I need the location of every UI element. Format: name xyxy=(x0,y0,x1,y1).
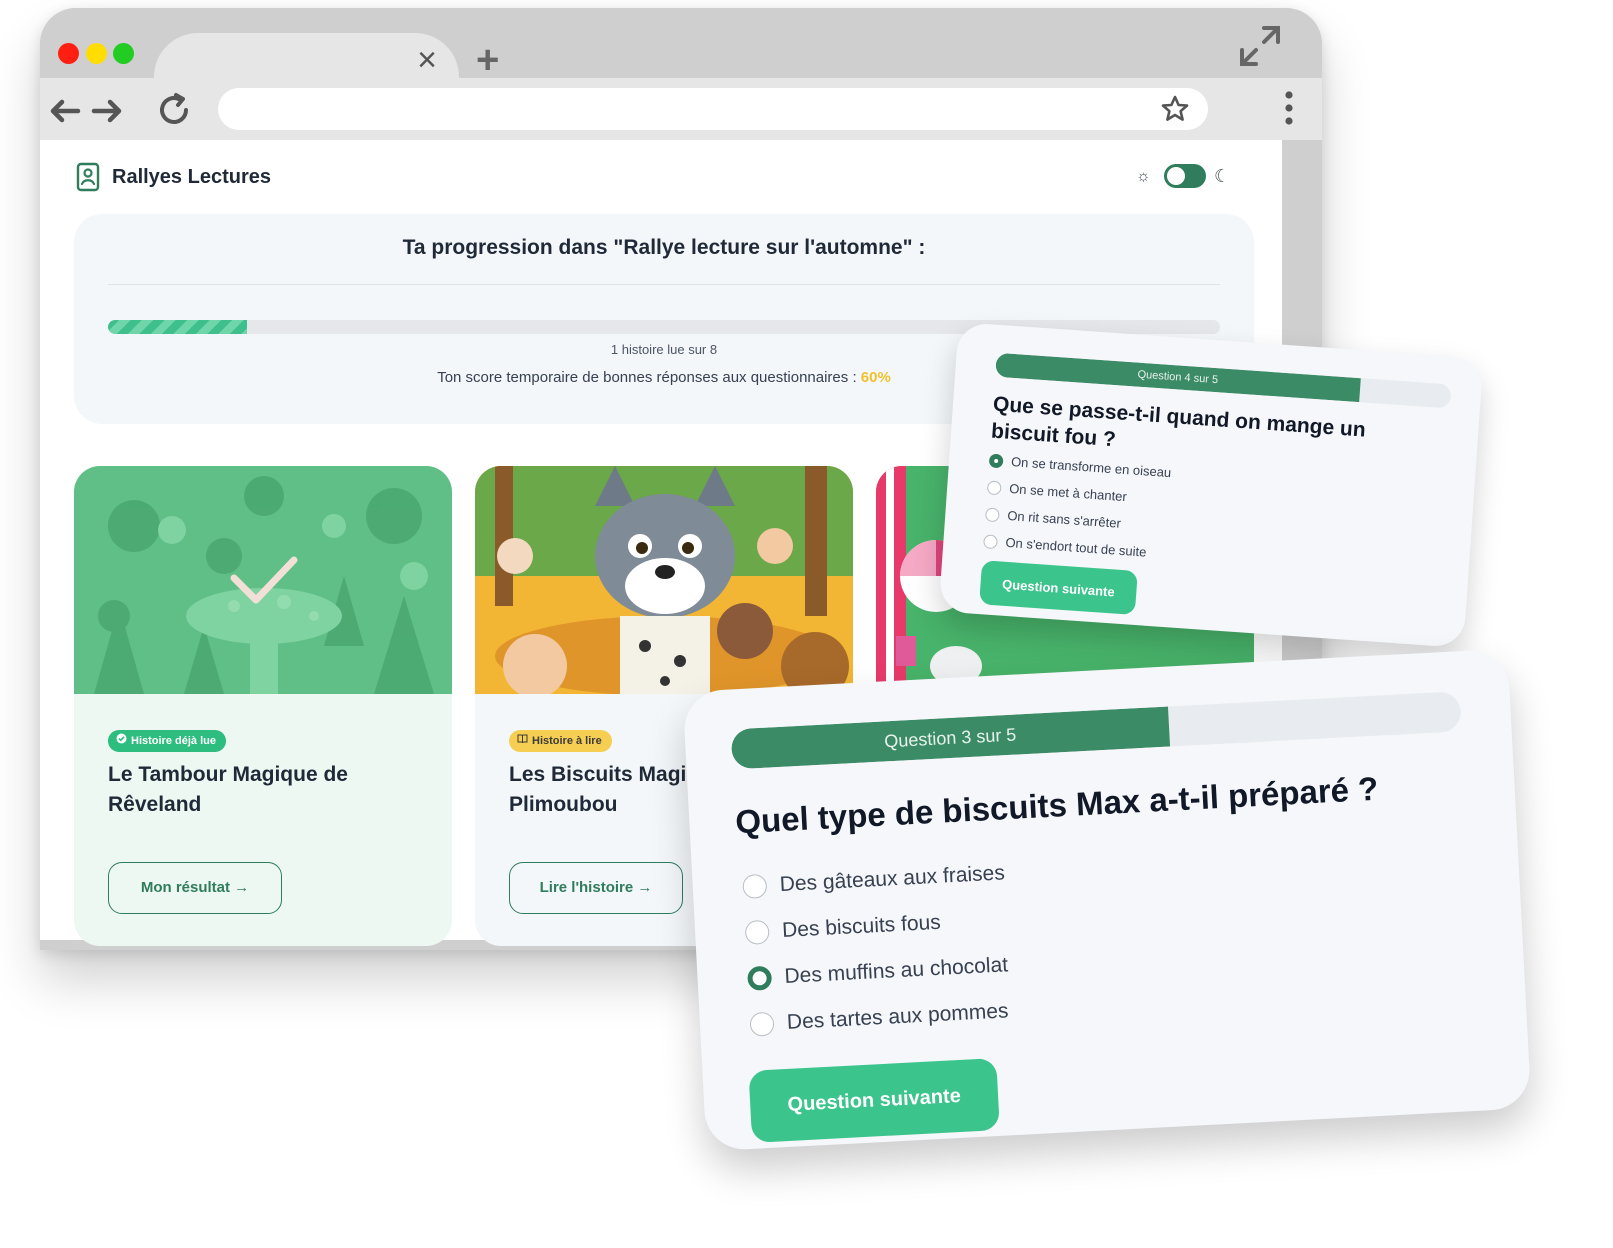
answer-label: Des biscuits fous xyxy=(781,910,942,943)
answer-label: On rit sans s'arrêter xyxy=(1006,507,1122,531)
radio-button[interactable] xyxy=(744,919,770,945)
quiz-card-large: Question 3 sur 5 Quel type de biscuits M… xyxy=(682,648,1532,1152)
bookmark-star-icon[interactable] xyxy=(1160,94,1190,124)
tab-close-icon[interactable]: × xyxy=(417,43,437,77)
answer-option[interactable]: On rit sans s'arrêter xyxy=(984,506,1122,531)
score-value: 60% xyxy=(860,369,891,386)
toggle-knob xyxy=(1167,167,1185,185)
story-card: Histoire déjà lue Le Tambour Magique de … xyxy=(74,466,452,946)
next-question-button[interactable]: Question suivante xyxy=(979,560,1138,615)
radio-button[interactable] xyxy=(749,1011,775,1037)
quiz-progress-bar: Question 3 sur 5 xyxy=(730,691,1462,770)
story-body: Histoire déjà lue Le Tambour Magique de … xyxy=(74,694,452,946)
story-illustration-wolf[interactable] xyxy=(475,466,853,694)
back-arrow-icon[interactable] xyxy=(48,94,82,128)
radio-button[interactable] xyxy=(742,873,768,900)
answer-option[interactable]: On se transforme en oiseau xyxy=(988,452,1172,481)
answer-label: On se transforme en oiseau xyxy=(1010,454,1172,481)
browser-tabbar: × + xyxy=(40,8,1322,87)
badge-label: Histoire à lire xyxy=(532,735,602,747)
browser-menu-icon[interactable] xyxy=(1284,90,1294,126)
progress-title: Ta progression dans "Rallye lecture sur … xyxy=(402,236,926,259)
maximize-window-button[interactable] xyxy=(113,43,134,64)
answer-option[interactable]: Des muffins au chocolat xyxy=(747,953,1009,991)
story-title: Le Tambour Magique de Rêveland xyxy=(108,763,348,816)
app-name[interactable]: Rallyes Lectures xyxy=(112,166,271,189)
answer-option[interactable]: Des tartes aux pommes xyxy=(749,999,1009,1037)
browser-toolbar xyxy=(40,78,1322,140)
story-illustration-forest[interactable] xyxy=(74,466,452,694)
answer-option[interactable]: On se met à chanter xyxy=(986,479,1128,505)
read-story-button[interactable]: Lire l'histoire → xyxy=(509,862,683,914)
radio-button[interactable] xyxy=(747,965,773,991)
answer-option[interactable]: On s'endort tout de suite xyxy=(983,533,1147,560)
check-circle-icon xyxy=(116,733,127,744)
forward-arrow-icon[interactable] xyxy=(90,94,124,128)
answer-label: On se met à chanter xyxy=(1008,480,1128,505)
quiz-progress-fill: Question 3 sur 5 xyxy=(730,706,1171,770)
moon-icon: ☾ xyxy=(1214,166,1231,186)
sun-icon: ☼ xyxy=(1136,168,1151,185)
radio-button[interactable] xyxy=(986,479,1002,495)
radio-button[interactable] xyxy=(983,533,999,549)
radio-button[interactable] xyxy=(984,506,1000,522)
answer-label: On s'endort tout de suite xyxy=(1004,534,1147,560)
answer-label: Des muffins au chocolat xyxy=(783,953,1009,988)
next-question-button[interactable]: Question suivante xyxy=(748,1058,1000,1143)
quiz-question: Quel type de biscuits Max a-t-il préparé… xyxy=(734,769,1380,841)
badge-label: Histoire déjà lue xyxy=(131,735,216,747)
answer-option[interactable]: Des biscuits fous xyxy=(744,910,942,945)
status-badge: Histoire déjà lue xyxy=(108,730,226,752)
minimize-window-button[interactable] xyxy=(86,43,107,64)
answer-label: Des gâteaux aux fraises xyxy=(779,861,1006,897)
answer-option[interactable]: Des gâteaux aux fraises xyxy=(742,861,1006,900)
theme-toggle[interactable] xyxy=(1164,164,1206,188)
expand-icon[interactable] xyxy=(1236,22,1284,70)
close-window-button[interactable] xyxy=(58,43,79,64)
address-bar[interactable] xyxy=(218,88,1208,130)
divider xyxy=(108,284,1220,285)
my-result-button[interactable]: Mon résultat → xyxy=(108,862,282,914)
answer-label: Des tartes aux pommes xyxy=(786,999,1010,1034)
new-tab-button[interactable]: + xyxy=(476,40,499,80)
book-icon xyxy=(517,734,528,744)
quiz-card-small: Question 4 sur 5 Que se passe-t-il quand… xyxy=(938,322,1484,648)
score-label: Ton score temporaire de bonnes réponses … xyxy=(437,369,857,386)
reload-icon[interactable] xyxy=(156,92,192,128)
reader-logo-icon[interactable] xyxy=(76,162,100,192)
radio-button[interactable] xyxy=(988,452,1004,468)
status-badge: Histoire à lire xyxy=(509,730,612,752)
reading-progress-fill xyxy=(108,320,247,334)
